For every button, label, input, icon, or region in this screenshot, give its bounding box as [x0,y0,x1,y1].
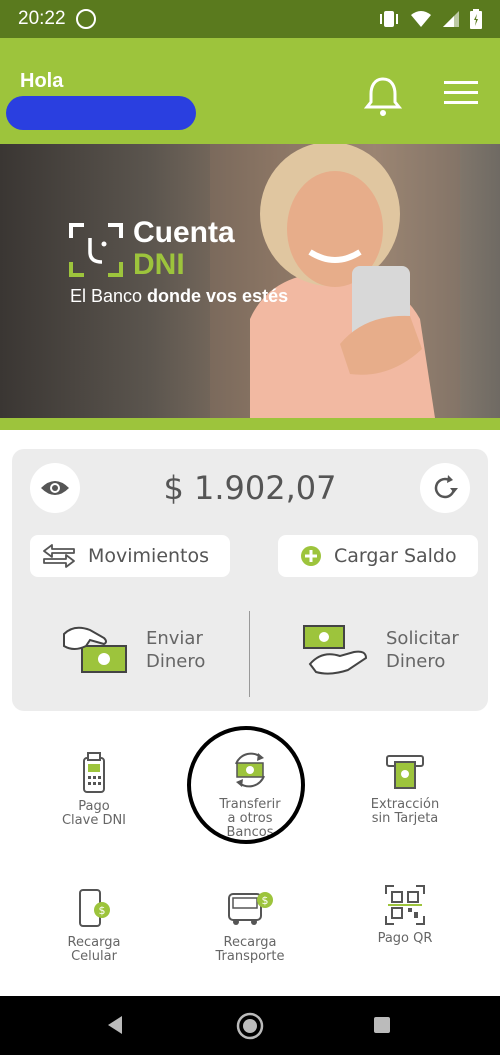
bell-icon [363,77,403,116]
movimientos-button[interactable]: Movimientos [30,535,230,577]
enviar-dinero-label: Enviar Dinero [146,628,206,672]
send-money-hand-icon [63,626,127,673]
status-icons [378,9,482,29]
system-navigation-bar [0,996,500,1055]
movimientos-label: Movimientos [88,545,210,567]
brand-name-dni: DNI [133,248,185,281]
greeting: Hola [20,70,64,92]
transferir-otros-bancos-label: Transferir a otros Bancos [219,797,281,840]
hamburger-menu-button[interactable] [442,78,480,108]
home-icon[interactable] [236,1012,264,1040]
tagline-prefix: El Banco [70,286,148,306]
app-header: Hola [0,38,500,144]
menu-icon [444,81,478,104]
request-money-hand-icon [303,625,368,675]
solicitar-dinero-button[interactable]: Solicitar Dinero [300,615,459,685]
svg-text:$: $ [99,904,106,917]
cargar-saldo-button[interactable]: Cargar Saldo [278,535,478,577]
pago-clave-dni-label: Pago Clave DNI [61,799,127,828]
pago-qr-button[interactable]: Pago QR [335,884,475,946]
cargar-saldo-label: Cargar Saldo [334,545,457,567]
atm-cash-icon [386,755,424,789]
brand-name-cuenta: Cuenta [133,216,235,249]
hero-bottom-band [0,418,500,430]
recarga-celular-button[interactable]: $ Recarga Celular [24,888,164,964]
cuenta-dni-logo-icon [69,223,123,277]
plus-circle-icon [300,545,322,567]
back-icon[interactable] [104,1014,126,1036]
hero-photo-woman-with-phone [210,144,460,418]
tagline-bold: donde vos estés [147,286,289,306]
transferir-otros-bancos-button[interactable]: Transferir a otros Bancos [180,748,320,840]
recarga-transporte-button[interactable]: $ Recarga Transporte [180,888,320,964]
status-bar: 20:22 [0,0,500,38]
mobile-recharge-icon: $ [79,889,110,927]
signal-icon [443,11,459,27]
wifi-icon [411,11,431,27]
qr-code-icon [385,885,425,925]
transfer-money-icon [235,752,265,788]
extraccion-sin-tarjeta-button[interactable]: Extracción sin Tarjeta [335,752,475,826]
redacted-user-name [6,96,196,130]
brand-tagline: El Banco donde vos estés [70,286,288,307]
recarga-transporte-label: Recarga Transporte [215,935,285,964]
hero-banner[interactable]: Cuenta DNI El Banco donde vos estés [0,144,500,430]
balance-amount: $ 1.902,07 [163,469,337,507]
swap-arrows-icon [42,544,76,568]
svg-text:$: $ [262,894,269,907]
pago-qr-label: Pago QR [377,931,433,946]
status-time: 20:22 [18,8,66,29]
vibrate-icon [380,11,398,27]
bus-recharge-icon: $ [228,892,273,925]
enviar-dinero-button[interactable]: Enviar Dinero [60,615,205,685]
pos-terminal-icon [83,752,105,793]
whatsapp-icon [75,9,96,29]
refresh-icon [434,475,458,499]
solicitar-dinero-label: Solicitar Dinero [386,628,459,672]
balance-card: $ 1.902,07 Movimientos Cargar Saldo Envi… [12,449,488,711]
notifications-button[interactable] [362,74,404,118]
recents-icon[interactable] [372,1015,392,1035]
battery-icon [470,9,482,29]
recarga-celular-label: Recarga Celular [67,935,121,964]
refresh-balance-button[interactable] [420,463,470,513]
pago-clave-dni-button[interactable]: Pago Clave DNI [24,752,164,828]
extraccion-sin-tarjeta-label: Extracción sin Tarjeta [370,797,440,826]
action-divider [249,611,250,697]
